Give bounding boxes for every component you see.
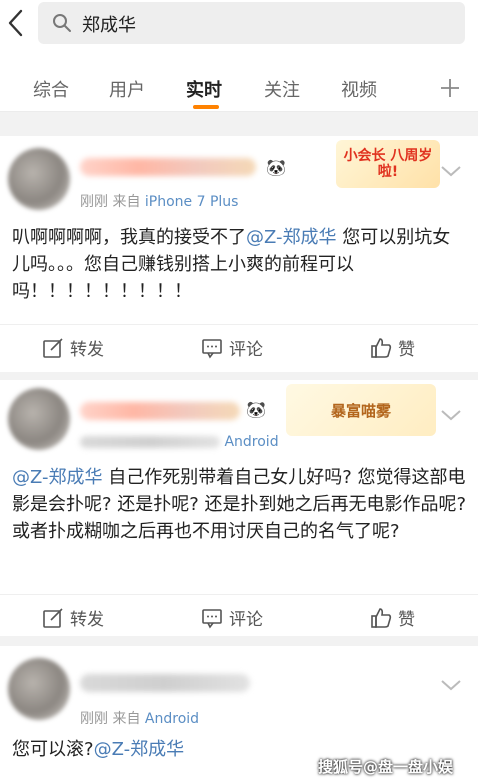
thumbs-up-icon bbox=[371, 337, 392, 358]
post-meta: 刚刚 来自 Android bbox=[80, 708, 199, 728]
post-card[interactable]: 🐼 Android 暴富喵雾 @Z-郑成华 自己作死别带着自己女儿好吗? 您觉得… bbox=[0, 380, 478, 636]
tab-following[interactable]: 关注 bbox=[264, 76, 300, 102]
post-meta: Android bbox=[80, 434, 279, 450]
tab-realtime[interactable]: 实时 bbox=[186, 76, 222, 102]
filter-tabs: 综合 用户 实时 关注 视频 bbox=[0, 56, 478, 112]
avatar[interactable] bbox=[8, 658, 70, 720]
mention-link[interactable]: @Z-郑成华 bbox=[246, 227, 337, 248]
comment-label: 评论 bbox=[229, 610, 263, 630]
post-meta: 刚刚 来自 iPhone 7 Plus bbox=[80, 191, 238, 211]
member-badge: 暴富喵雾 bbox=[286, 384, 436, 436]
panda-icon: 🐼 bbox=[266, 158, 286, 177]
comment-button[interactable]: 评论 bbox=[201, 605, 263, 630]
post-card[interactable]: 🐼 刚刚 来自 iPhone 7 Plus 小会长 八周岁啦! 叭啊啊啊啊，我真… bbox=[0, 136, 478, 372]
comment-icon bbox=[202, 338, 222, 359]
post-time: 刚刚 来自 bbox=[80, 194, 141, 210]
username[interactable] bbox=[80, 158, 256, 176]
post-text: @Z-郑成华 自己作死别带着自己女儿好吗? 您觉得这部电影是会扑呢? 还是扑呢?… bbox=[12, 464, 468, 545]
post-time: 刚刚 来自 bbox=[80, 711, 141, 727]
thumbs-up-icon bbox=[371, 607, 392, 628]
repost-label: 转发 bbox=[70, 610, 104, 630]
chevron-down-icon[interactable] bbox=[440, 678, 462, 692]
username[interactable] bbox=[80, 674, 250, 692]
active-tab-indicator bbox=[193, 105, 219, 109]
back-arrow-icon[interactable] bbox=[6, 8, 26, 38]
mention-link[interactable]: @Z-郑成华 bbox=[94, 739, 185, 760]
repost-button[interactable]: 转发 bbox=[42, 335, 104, 360]
post-source: iPhone 7 Plus bbox=[144, 194, 239, 210]
panda-icon: 🐼 bbox=[246, 400, 266, 419]
tab-comprehensive[interactable]: 综合 bbox=[33, 76, 69, 102]
chevron-down-icon[interactable] bbox=[440, 164, 462, 178]
like-button[interactable]: 赞 bbox=[370, 605, 415, 630]
like-label: 赞 bbox=[398, 340, 415, 360]
tab-users[interactable]: 用户 bbox=[109, 76, 145, 102]
comment-button[interactable]: 评论 bbox=[201, 335, 263, 360]
chevron-down-icon[interactable] bbox=[440, 408, 462, 422]
tab-video[interactable]: 视频 bbox=[341, 76, 377, 102]
action-bar: 转发 评论 赞 bbox=[0, 324, 478, 364]
action-bar: 转发 评论 赞 bbox=[0, 594, 478, 634]
repost-button[interactable]: 转发 bbox=[42, 605, 104, 630]
member-badge: 小会长 八周岁啦! bbox=[336, 140, 440, 188]
avatar[interactable] bbox=[8, 388, 70, 450]
repost-label: 转发 bbox=[70, 340, 104, 360]
like-label: 赞 bbox=[398, 610, 415, 630]
plus-icon[interactable] bbox=[440, 78, 460, 98]
comment-label: 评论 bbox=[229, 340, 263, 360]
post-source: Android bbox=[144, 711, 200, 727]
avatar[interactable] bbox=[8, 148, 70, 210]
post-source: Android bbox=[224, 434, 279, 450]
top-bar: 郑成华 bbox=[0, 0, 478, 56]
like-button[interactable]: 赞 bbox=[370, 335, 415, 360]
repost-icon bbox=[43, 607, 63, 628]
search-icon bbox=[53, 14, 71, 32]
search-input[interactable]: 郑成华 bbox=[38, 2, 465, 44]
username[interactable] bbox=[80, 402, 240, 420]
comment-icon bbox=[202, 608, 222, 629]
post-text-part: 您可以滚? bbox=[12, 739, 94, 760]
search-query: 郑成华 bbox=[82, 15, 136, 36]
post-text: 叭啊啊啊啊，我真的接受不了@Z-郑成华 您可以别坑女儿吗。。。您自己赚钱别搭上小… bbox=[12, 224, 468, 305]
meta-blur bbox=[80, 436, 220, 448]
watermark: 搜狐号@盘一盘小娱 bbox=[318, 758, 454, 776]
post-text-part: 叭啊啊啊啊，我真的接受不了 bbox=[12, 227, 246, 248]
repost-icon bbox=[43, 337, 63, 358]
mention-link[interactable]: @Z-郑成华 bbox=[12, 467, 103, 488]
